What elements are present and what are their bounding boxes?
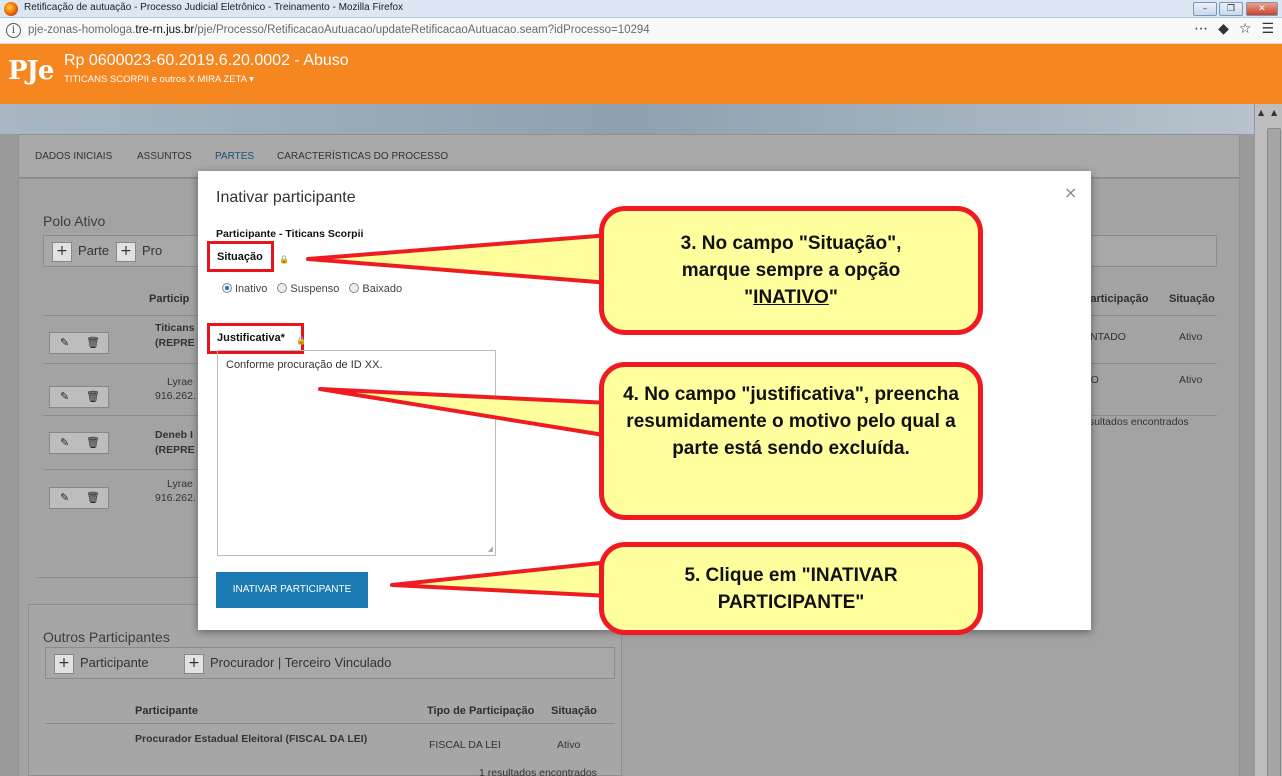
callout-3-quote-close: " [828,287,838,308]
callout-inativar: 5. Clique em "INATIVAR PARTICIPANTE" [599,542,983,635]
callout-3-quote-open: " [744,287,754,308]
callout-situacao: 3. No campo "Situação", marque sempre a … [599,206,983,335]
callout-3-line3: "INATIVO" [681,284,902,311]
callout-justificativa-text: 4. No campo "justificativa", preencha re… [623,384,959,459]
callout-situacao-text: 3. No campo "Situação", marque sempre a … [681,230,902,311]
pointer-5 [390,560,612,598]
callout-inativar-text: 5. Clique em "INATIVAR PARTICIPANTE" [684,564,898,613]
callout-3-line2: marque sempre a opção [681,260,901,281]
callout-3-emphasis: INATIVO [753,287,829,308]
callout-justificativa: 4. No campo "justificativa", preencha re… [599,362,983,520]
pointer-3 [306,233,612,285]
callout-3-line1: 3. No campo "Situação", [680,233,902,254]
pointer-4 [318,387,612,438]
